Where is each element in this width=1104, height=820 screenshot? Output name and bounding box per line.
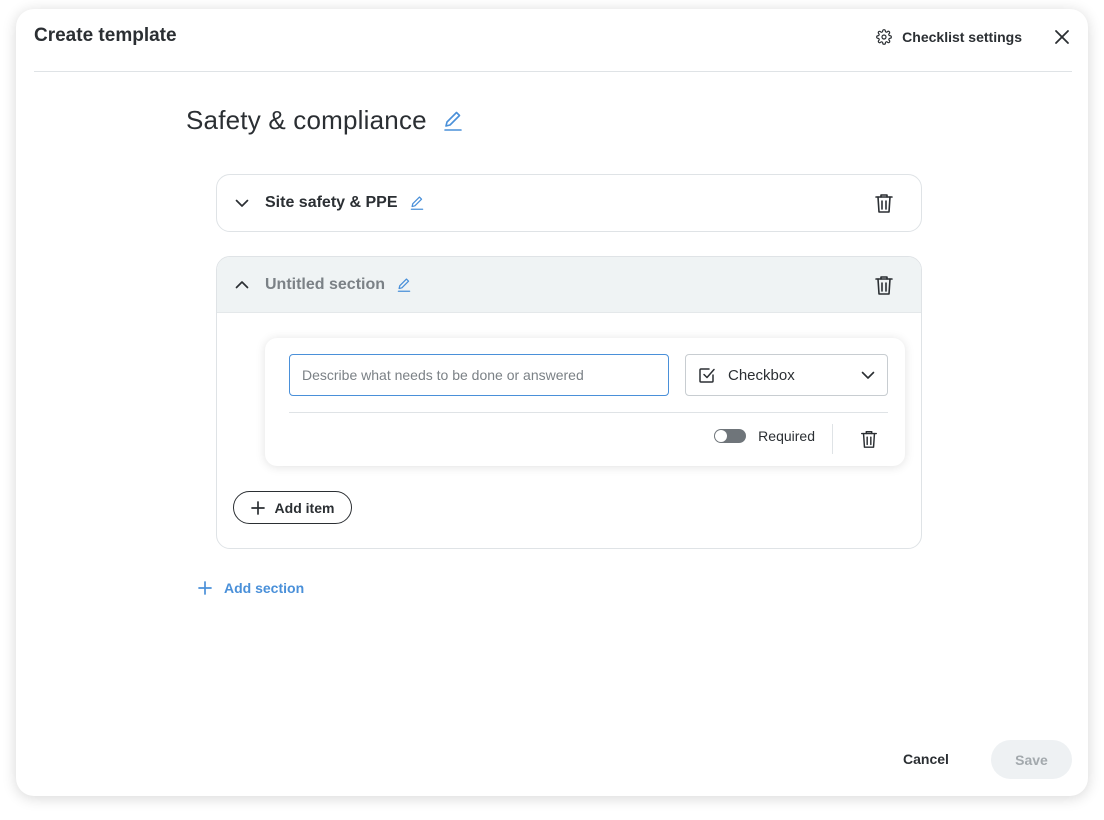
plus-icon xyxy=(250,500,265,515)
add-item-button[interactable]: Add item xyxy=(233,491,352,524)
expand-section-button[interactable] xyxy=(235,196,249,210)
close-icon xyxy=(1052,27,1072,47)
pencil-icon xyxy=(397,277,411,293)
modal-title: Create template xyxy=(34,25,177,46)
section-card-site-safety: Site safety & PPE xyxy=(216,174,922,232)
save-button[interactable]: Save xyxy=(991,740,1072,779)
add-item-label: Add item xyxy=(274,499,335,516)
chevron-down-icon xyxy=(235,196,249,210)
gear-icon xyxy=(876,29,893,45)
section-header: Untitled section xyxy=(217,257,921,313)
required-row: Required xyxy=(714,428,815,444)
collapse-section-button[interactable] xyxy=(235,278,249,292)
edit-section-title-button[interactable] xyxy=(410,195,424,211)
required-toggle[interactable] xyxy=(714,429,747,443)
delete-section-button[interactable] xyxy=(873,274,895,296)
edit-section-title-button[interactable] xyxy=(397,277,411,293)
modal-header: Create template Checklist settings xyxy=(34,9,1072,72)
trash-icon xyxy=(873,274,895,296)
checklist-item-card: Checkbox Required xyxy=(265,338,905,466)
edit-template-title-button[interactable] xyxy=(443,110,463,132)
item-type-select[interactable]: Checkbox xyxy=(685,354,888,396)
delete-item-button[interactable] xyxy=(859,429,879,449)
checkbox-icon xyxy=(698,366,716,384)
item-vertical-divider xyxy=(832,424,833,454)
item-description-input[interactable] xyxy=(289,354,669,396)
section-header: Site safety & PPE xyxy=(217,175,921,231)
item-type-label: Checkbox xyxy=(728,366,795,384)
plus-icon xyxy=(198,581,212,595)
cancel-button[interactable]: Cancel xyxy=(888,740,964,778)
checklist-settings-button[interactable]: Checklist settings xyxy=(876,29,1022,45)
delete-section-button[interactable] xyxy=(873,192,895,214)
template-title-row: Safety & compliance xyxy=(186,105,463,136)
section-title: Site safety & PPE xyxy=(265,194,398,211)
trash-icon xyxy=(873,192,895,214)
chevron-down-icon xyxy=(861,368,875,382)
section-title: Untitled section xyxy=(265,275,386,293)
toggle-knob xyxy=(715,430,728,442)
chevron-up-icon xyxy=(235,278,249,292)
item-divider xyxy=(289,412,888,413)
create-template-modal: Create template Checklist settings Safet… xyxy=(16,9,1088,796)
close-button[interactable] xyxy=(1052,27,1072,47)
trash-icon xyxy=(859,429,879,449)
section-card-untitled: Untitled section Describe what needs to … xyxy=(216,256,922,549)
add-section-label: Add section xyxy=(224,580,305,596)
pencil-icon xyxy=(443,110,463,132)
required-label: Required xyxy=(758,428,815,444)
add-section-button[interactable]: Add section xyxy=(198,580,304,596)
checklist-settings-label: Checklist settings xyxy=(902,29,1022,45)
pencil-icon xyxy=(410,195,424,211)
template-title: Safety & compliance xyxy=(186,105,427,135)
